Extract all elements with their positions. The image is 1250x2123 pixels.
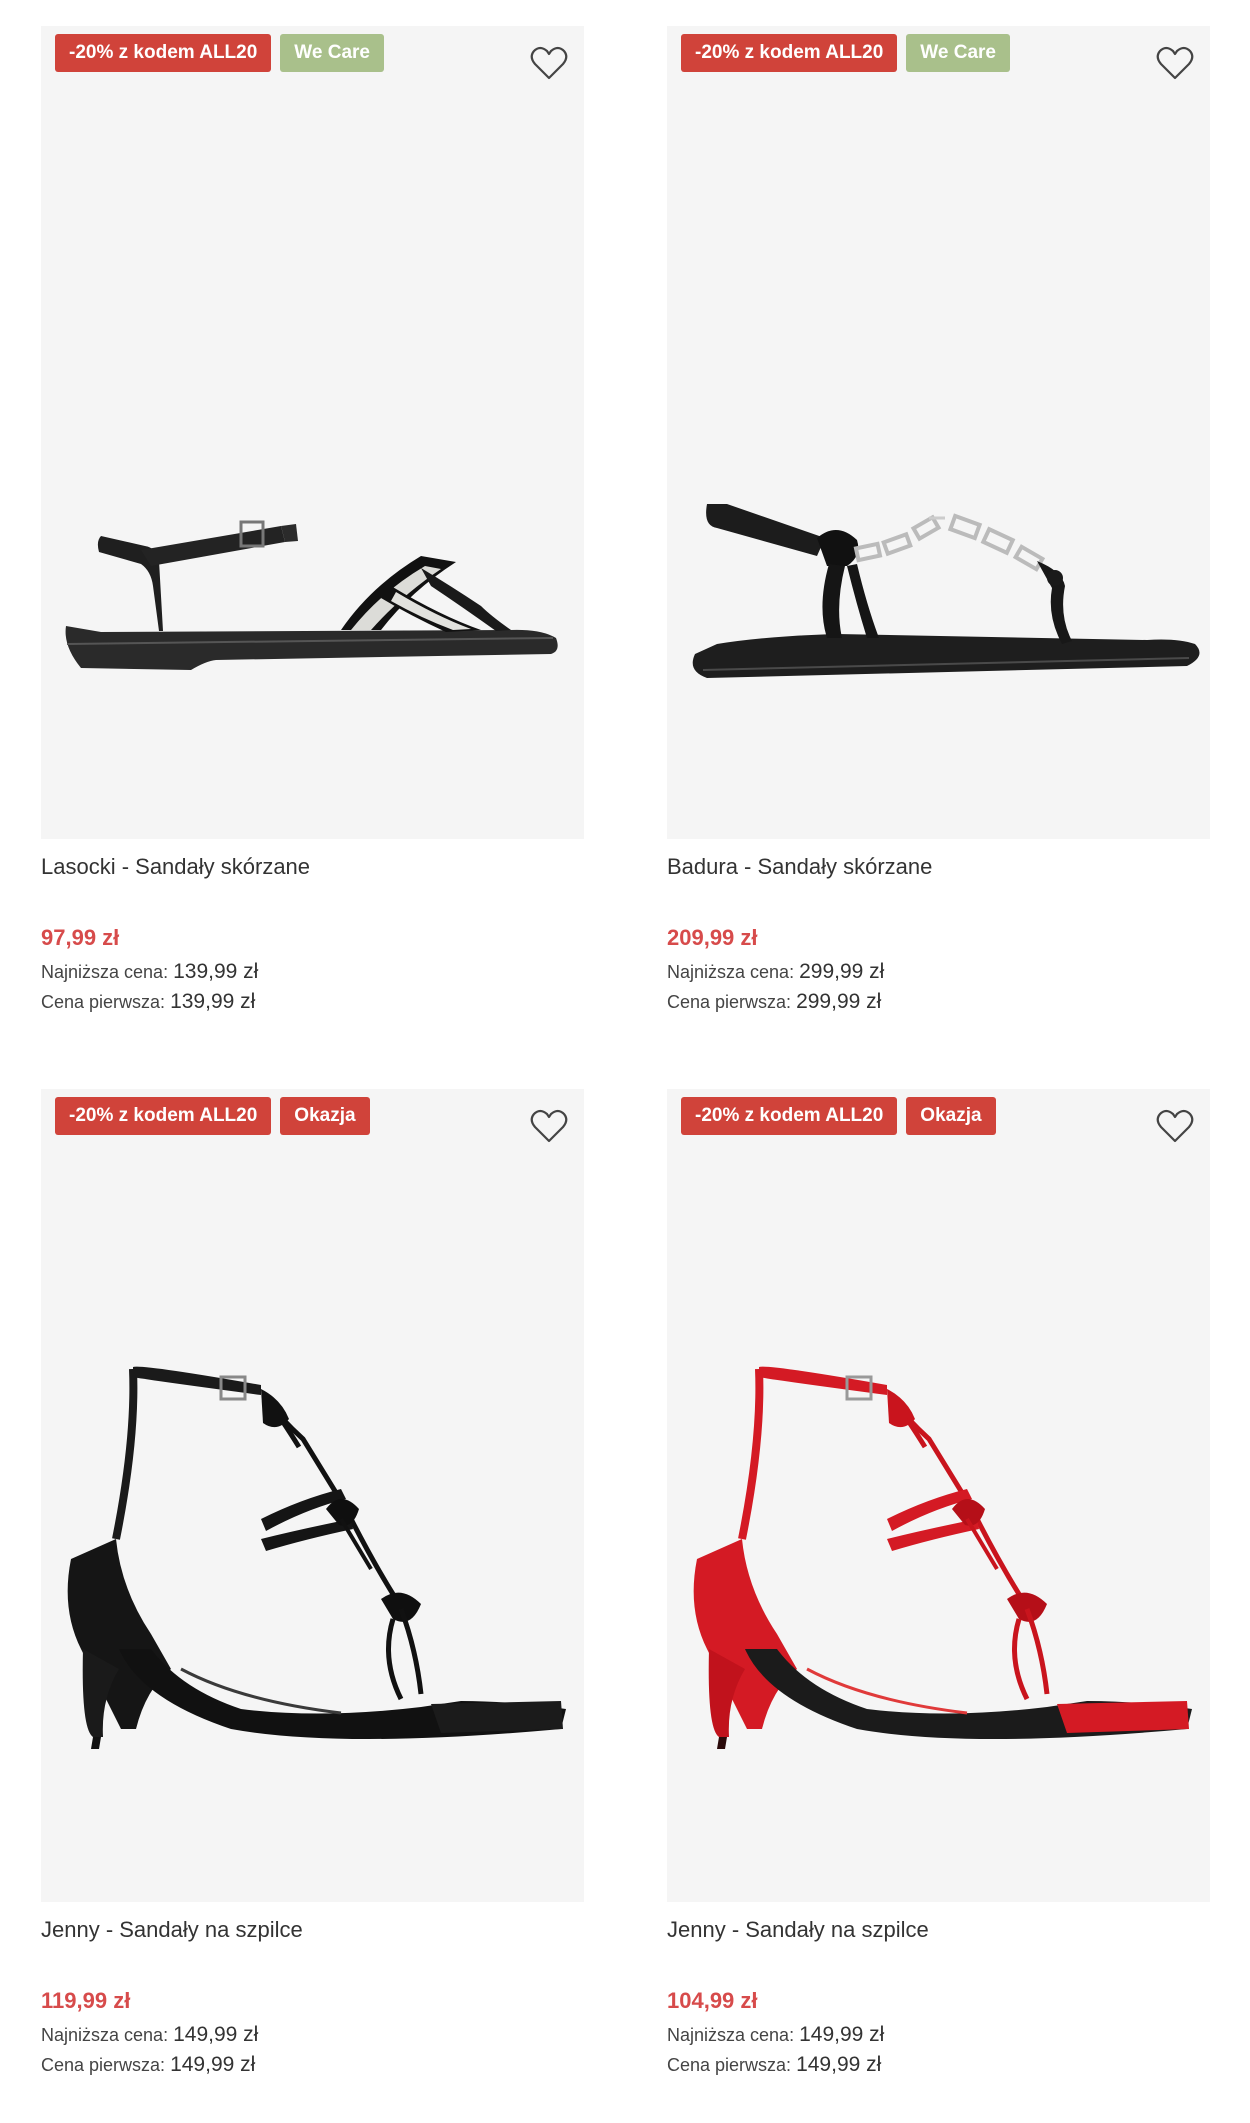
lowest-price-label: Najniższa cena: bbox=[667, 962, 795, 982]
product-image-container[interactable]: -20% z kodem ALL20 Okazja bbox=[41, 1089, 584, 1902]
promo-badge: -20% z kodem ALL20 bbox=[681, 34, 898, 72]
lowest-price-value: 139,99 zł bbox=[173, 960, 259, 983]
product-card[interactable]: -20% z kodem ALL20 We Care Badura - Sand… bbox=[667, 26, 1210, 1014]
product-image[interactable] bbox=[667, 1089, 1210, 1902]
product-card[interactable]: -20% z kodem ALL20 Okazja Jenny - Sandał… bbox=[41, 1089, 584, 2077]
heart-icon[interactable] bbox=[529, 44, 569, 82]
product-image-container[interactable]: -20% z kodem ALL20 We Care bbox=[41, 26, 584, 839]
heart-icon[interactable] bbox=[1155, 44, 1195, 82]
lowest-price-label: Najniższa cena: bbox=[41, 962, 169, 982]
badge-group: -20% z kodem ALL20 Okazja bbox=[55, 1097, 370, 1135]
lowest-price-label: Najniższa cena: bbox=[667, 2025, 795, 2045]
lowest-price-value: 149,99 zł bbox=[799, 2023, 885, 2046]
lowest-price-row: Najniższa cena: 299,99 zł bbox=[667, 960, 1210, 984]
badge-group: -20% z kodem ALL20 Okazja bbox=[681, 1097, 996, 1135]
product-image[interactable] bbox=[41, 26, 584, 839]
product-image-container[interactable]: -20% z kodem ALL20 We Care bbox=[667, 26, 1210, 839]
first-price-row: Cena pierwsza: 149,99 zł bbox=[41, 2053, 584, 2077]
product-name[interactable]: Jenny - Sandały na szpilce bbox=[667, 1917, 1210, 1947]
first-price-row: Cena pierwsza: 139,99 zł bbox=[41, 990, 584, 1014]
product-image[interactable] bbox=[41, 1089, 584, 1902]
we-care-badge: We Care bbox=[906, 34, 1010, 72]
first-price-row: Cena pierwsza: 149,99 zł bbox=[667, 2053, 1210, 2077]
heart-icon[interactable] bbox=[1155, 1107, 1195, 1145]
product-name[interactable]: Badura - Sandały skórzane bbox=[667, 854, 1210, 884]
badge-group: -20% z kodem ALL20 We Care bbox=[681, 34, 1010, 72]
we-care-badge: We Care bbox=[280, 34, 384, 72]
lowest-price-row: Najniższa cena: 149,99 zł bbox=[667, 2023, 1210, 2047]
product-name[interactable]: Jenny - Sandały na szpilce bbox=[41, 1917, 584, 1947]
product-card[interactable]: -20% z kodem ALL20 We Care Lasocki - San… bbox=[41, 26, 584, 1014]
first-price-label: Cena pierwsza: bbox=[667, 2055, 792, 2075]
promo-badge: -20% z kodem ALL20 bbox=[55, 34, 272, 72]
first-price-value: 149,99 zł bbox=[796, 2053, 882, 2076]
promo-badge: -20% z kodem ALL20 bbox=[55, 1097, 272, 1135]
lowest-price-label: Najniższa cena: bbox=[41, 2025, 169, 2045]
first-price-row: Cena pierwsza: 299,99 zł bbox=[667, 990, 1210, 1014]
lowest-price-row: Najniższa cena: 149,99 zł bbox=[41, 2023, 584, 2047]
first-price-value: 299,99 zł bbox=[796, 990, 882, 1013]
badge-group: -20% z kodem ALL20 We Care bbox=[55, 34, 384, 72]
first-price-label: Cena pierwsza: bbox=[41, 992, 166, 1012]
product-image[interactable] bbox=[667, 26, 1210, 839]
product-card[interactable]: -20% z kodem ALL20 Okazja Jenny - Sandał… bbox=[667, 1089, 1210, 2077]
okazja-badge: Okazja bbox=[906, 1097, 996, 1135]
product-price: 104,99 zł bbox=[667, 1988, 758, 2013]
lowest-price-value: 149,99 zł bbox=[173, 2023, 259, 2046]
product-image-container[interactable]: -20% z kodem ALL20 Okazja bbox=[667, 1089, 1210, 1902]
heart-icon[interactable] bbox=[529, 1107, 569, 1145]
first-price-value: 139,99 zł bbox=[170, 990, 256, 1013]
promo-badge: -20% z kodem ALL20 bbox=[681, 1097, 898, 1135]
product-price: 209,99 zł bbox=[667, 925, 758, 950]
okazja-badge: Okazja bbox=[280, 1097, 370, 1135]
product-price: 119,99 zł bbox=[41, 1988, 131, 2013]
first-price-value: 149,99 zł bbox=[170, 2053, 256, 2076]
first-price-label: Cena pierwsza: bbox=[41, 2055, 166, 2075]
lowest-price-row: Najniższa cena: 139,99 zł bbox=[41, 960, 584, 984]
product-name[interactable]: Lasocki - Sandały skórzane bbox=[41, 854, 584, 884]
first-price-label: Cena pierwsza: bbox=[667, 992, 792, 1012]
product-price: 97,99 zł bbox=[41, 925, 120, 950]
lowest-price-value: 299,99 zł bbox=[799, 960, 885, 983]
